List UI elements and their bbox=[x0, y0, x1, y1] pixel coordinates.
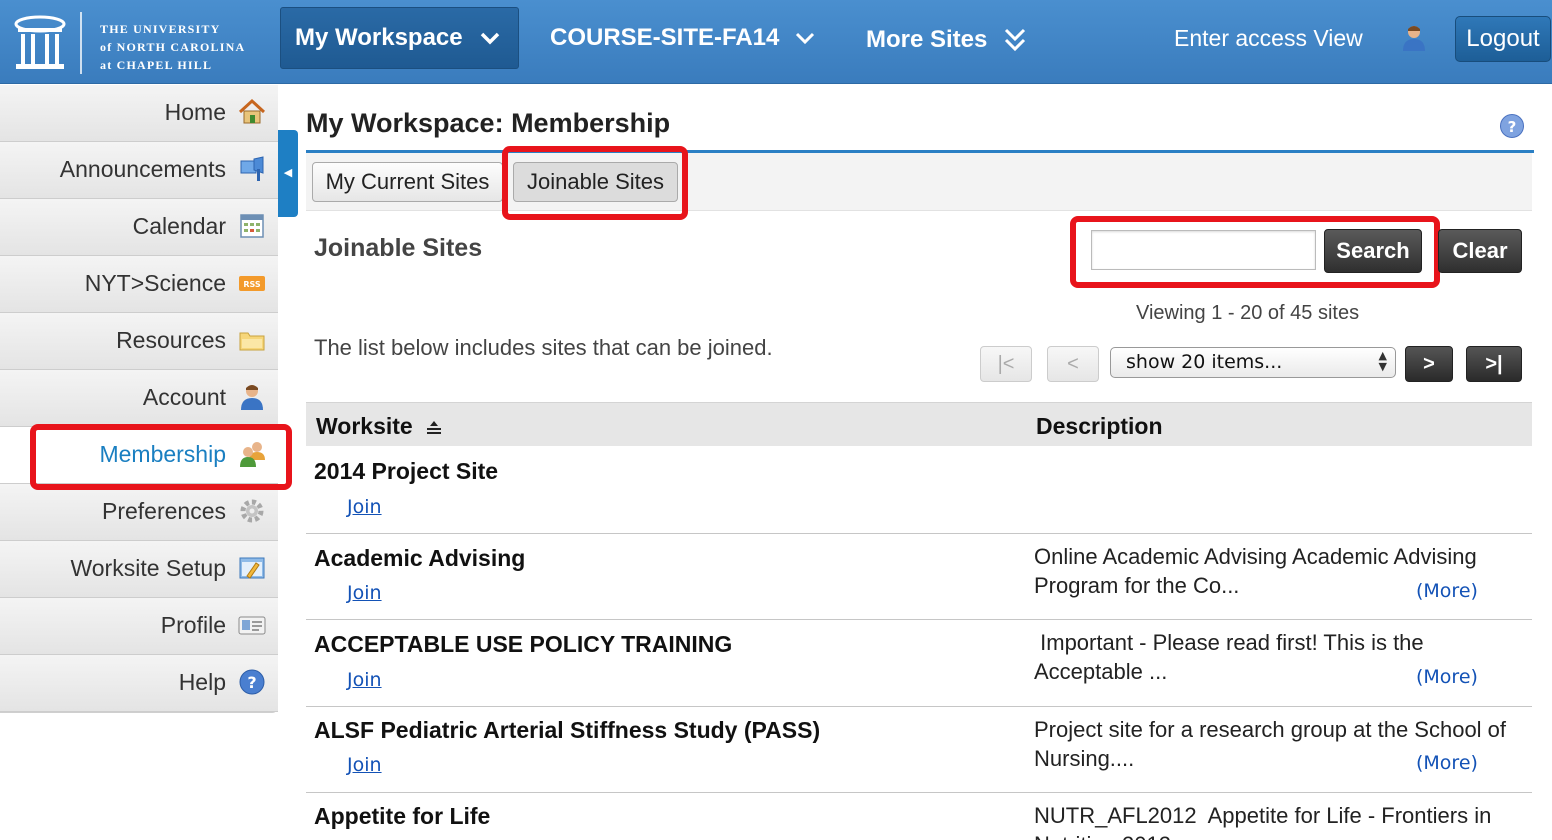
clear-button[interactable]: Clear bbox=[1438, 229, 1522, 273]
chevron-down-icon bbox=[480, 32, 500, 45]
sidebar-item-label: Calendar bbox=[132, 213, 226, 239]
search-highlight-box bbox=[1070, 216, 1440, 288]
home-icon bbox=[238, 98, 266, 124]
logout-button[interactable]: Logout bbox=[1455, 16, 1551, 62]
site-description: NUTR_AFL2012 Appetite for Life - Frontie… bbox=[1034, 803, 1492, 840]
more-link[interactable]: (More) bbox=[1416, 666, 1478, 688]
sidebar-item-nyt-science[interactable]: NYT>Science RSS bbox=[0, 256, 278, 313]
account-icon bbox=[241, 385, 263, 410]
sidebar-item-label: Profile bbox=[160, 612, 226, 638]
sidebar-item-profile[interactable]: Profile bbox=[0, 598, 278, 655]
sidebar-item-label: Preferences bbox=[101, 498, 226, 524]
page-size-value: show 20 items... bbox=[1126, 351, 1283, 373]
sidebar-item-label: Home bbox=[164, 99, 226, 125]
previous-page-button[interactable]: < bbox=[1047, 346, 1099, 382]
page-size-select[interactable]: show 20 items... ▲ ▼ bbox=[1110, 347, 1396, 378]
unc-logo[interactable]: THE UNIVERSITY of NORTH CAROLINA at CHAP… bbox=[0, 0, 278, 84]
enter-access-view-link[interactable]: Enter access View bbox=[1174, 25, 1363, 52]
sidebar-item-home[interactable]: Home bbox=[0, 85, 278, 142]
sidebar-item-label: Resources bbox=[116, 327, 226, 353]
join-link[interactable]: Join bbox=[347, 669, 382, 691]
last-page-button[interactable]: >| bbox=[1466, 346, 1522, 382]
section-title: Joinable Sites bbox=[314, 234, 483, 262]
tool-menu: Home Announcements Calendar NYT>Science … bbox=[0, 85, 278, 713]
help-icon[interactable]: ? bbox=[1499, 113, 1525, 139]
sort-ascending-icon bbox=[427, 421, 442, 434]
first-page-button[interactable]: |< bbox=[980, 346, 1032, 382]
course-site-label: COURSE-SITE-FA14 bbox=[550, 24, 780, 51]
intro-text: The list below includes sites that can b… bbox=[314, 335, 773, 360]
calendar-icon bbox=[240, 214, 264, 238]
more-sites-label: More Sites bbox=[866, 26, 988, 53]
worksite-column-label: Worksite bbox=[316, 413, 413, 439]
table-row: Appetite for Life NUTR_AFL2012 Appetite … bbox=[306, 793, 1532, 840]
top-navigation-bar: THE UNIVERSITY of NORTH CAROLINA at CHAP… bbox=[0, 0, 1552, 84]
site-name: Appetite for Life bbox=[314, 803, 491, 829]
more-link[interactable]: (More) bbox=[1416, 752, 1478, 774]
my-workspace-tab[interactable]: My Workspace bbox=[280, 7, 519, 69]
description-column-header: Description bbox=[1036, 413, 1163, 439]
membership-highlight-box bbox=[30, 424, 292, 490]
double-chevron-down-icon bbox=[1004, 28, 1026, 52]
joinable-sites-highlight-box bbox=[502, 146, 688, 220]
user-icon[interactable] bbox=[1400, 24, 1428, 52]
sidebar-item-label: Account bbox=[142, 384, 226, 410]
select-arrows-icon: ▲ ▼ bbox=[1378, 349, 1387, 373]
table-row: Academic Advising Join Online Academic A… bbox=[306, 534, 1532, 620]
sidebar-item-label: NYT>Science bbox=[84, 270, 226, 296]
svg-text:RSS: RSS bbox=[243, 280, 261, 289]
table-row: 2014 Project Site Join bbox=[306, 447, 1532, 534]
sidebar-item-account[interactable]: Account bbox=[0, 370, 278, 427]
sidebar-item-preferences[interactable]: Preferences bbox=[0, 484, 278, 541]
join-link[interactable]: Join bbox=[347, 582, 382, 604]
logo-wordmark: THE UNIVERSITY of NORTH CAROLINA at CHAP… bbox=[100, 20, 245, 74]
logo-divider bbox=[80, 12, 82, 74]
announcements-icon bbox=[240, 156, 264, 181]
next-page-button[interactable]: > bbox=[1405, 346, 1453, 382]
logo-line: at CHAPEL HILL bbox=[100, 58, 213, 72]
worksite-column-header[interactable]: Worksite bbox=[316, 413, 443, 440]
svg-text:?: ? bbox=[1508, 118, 1517, 136]
profile-card-icon bbox=[238, 616, 266, 635]
svg-text:?: ? bbox=[247, 673, 256, 692]
page-title: My Workspace: Membership bbox=[306, 108, 671, 138]
table-row: ACCEPTABLE USE POLICY TRAINING Join Impo… bbox=[306, 620, 1532, 707]
folder-icon bbox=[239, 332, 265, 351]
viewing-count-text: Viewing 1 - 20 of 45 sites bbox=[1136, 302, 1360, 324]
sidebar-item-help[interactable]: Help ? bbox=[0, 655, 278, 712]
site-name: ALSF Pediatric Arterial Stiffness Study … bbox=[314, 717, 821, 743]
tab-my-current-sites[interactable]: My Current Sites bbox=[312, 162, 503, 202]
site-name: ACCEPTABLE USE POLICY TRAINING bbox=[314, 631, 733, 657]
logo-line: of NORTH CAROLINA bbox=[100, 40, 246, 54]
site-name: Academic Advising bbox=[314, 545, 526, 571]
logo-line: THE UNIVERSITY bbox=[100, 22, 221, 36]
more-link[interactable]: (More) bbox=[1416, 580, 1478, 602]
sidebar-item-label: Help bbox=[178, 669, 226, 695]
table-row: ALSF Pediatric Arterial Stiffness Study … bbox=[306, 707, 1532, 793]
sidebar-item-label: Announcements bbox=[59, 156, 226, 182]
chevron-down-icon[interactable] bbox=[794, 30, 816, 46]
site-name: 2014 Project Site bbox=[314, 458, 499, 484]
sidebar-item-label: Worksite Setup bbox=[70, 555, 226, 581]
help-icon: ? bbox=[239, 669, 265, 695]
sidebar-item-announcements[interactable]: Announcements bbox=[0, 142, 278, 199]
sidebar-item-calendar[interactable]: Calendar bbox=[0, 199, 278, 256]
old-well-logo-icon bbox=[14, 15, 66, 69]
join-link[interactable]: Join bbox=[347, 754, 382, 776]
table-header: Worksite Description bbox=[306, 402, 1532, 446]
collapse-menu-toggle[interactable]: ◀ bbox=[278, 130, 298, 217]
gear-icon bbox=[240, 499, 264, 523]
my-workspace-label: My Workspace bbox=[295, 24, 463, 51]
rss-icon: RSS bbox=[239, 276, 265, 291]
worksite-setup-icon bbox=[239, 557, 265, 579]
sidebar-item-worksite-setup[interactable]: Worksite Setup bbox=[0, 541, 278, 598]
sidebar-item-resources[interactable]: Resources bbox=[0, 313, 278, 370]
join-link[interactable]: Join bbox=[347, 496, 382, 518]
